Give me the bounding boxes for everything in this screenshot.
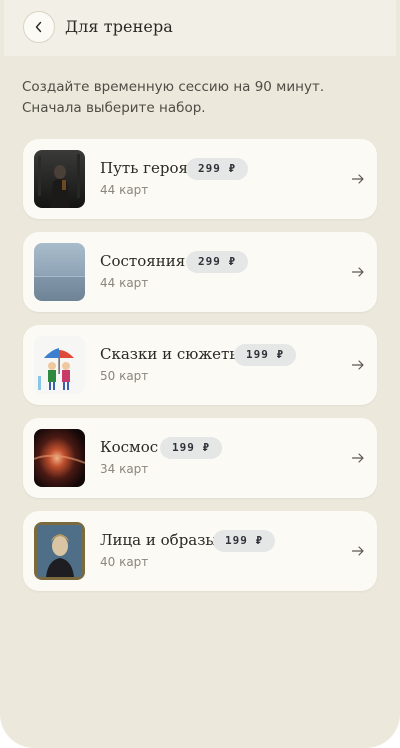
faces-thumbnail <box>34 522 85 580</box>
fairy-tales-thumbnail <box>34 336 85 394</box>
header: Для тренера <box>4 0 396 56</box>
card-count: 44 карт <box>100 183 149 197</box>
deck-title: Путь героя <box>100 159 188 177</box>
arrow-right-icon <box>351 360 364 370</box>
back-button[interactable] <box>23 11 55 43</box>
deck-card-cosmos[interactable]: Космос 199 ₽ 34 карт <box>23 418 377 498</box>
card-count: 34 карт <box>100 462 149 476</box>
arrow-right-icon <box>351 174 364 184</box>
card-count: 44 карт <box>100 276 149 290</box>
card-count: 50 карт <box>100 369 149 383</box>
price-badge: 299 ₽ <box>186 158 249 180</box>
price-badge: 299 ₽ <box>186 251 249 273</box>
deck-title: Состояния <box>100 252 186 270</box>
deck-card-states[interactable]: Состояния 299 ₽ 44 карт <box>23 232 377 312</box>
deck-card-hero-path[interactable]: Путь героя 299 ₽ 44 карт <box>23 139 377 219</box>
deck-title: Лица и образы <box>100 531 218 549</box>
page-title: Для тренера <box>65 17 173 36</box>
card-count: 40 карт <box>100 555 149 569</box>
arrow-right-icon <box>351 546 364 556</box>
cosmos-thumbnail <box>34 429 85 487</box>
deck-card-fairy-tales[interactable]: Сказки и сюжеты 199 ₽ 50 карт <box>23 325 377 405</box>
chevron-left-icon <box>35 21 42 33</box>
hero-path-thumbnail <box>34 150 85 208</box>
price-badge: 199 ₽ <box>234 344 297 366</box>
arrow-right-icon <box>351 453 364 463</box>
intro-text: Создайте временную сессию на 90 минут. С… <box>22 79 325 116</box>
deck-title: Сказки и сюжеты <box>100 345 242 363</box>
deck-card-faces[interactable]: Лица и образы 199 ₽ 40 карт <box>23 511 377 591</box>
price-badge: 199 ₽ <box>213 530 276 552</box>
arrow-right-icon <box>351 267 364 277</box>
screen: Для тренера Создайте временную сессию на… <box>0 0 400 748</box>
states-thumbnail <box>34 243 85 301</box>
price-badge: 199 ₽ <box>160 437 223 459</box>
deck-title: Космос <box>100 438 159 456</box>
